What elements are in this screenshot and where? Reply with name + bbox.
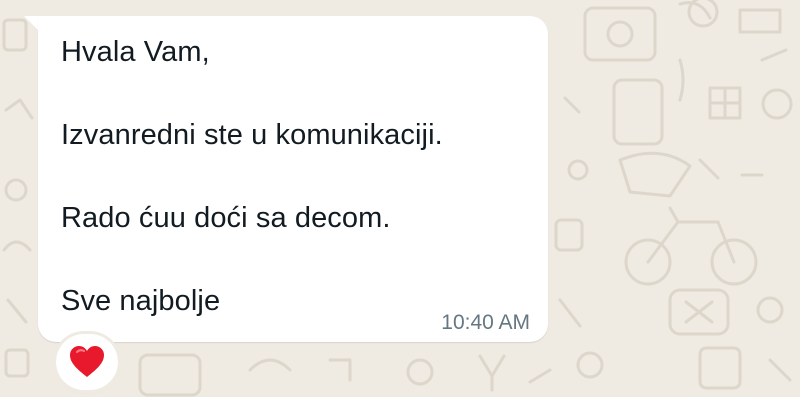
- red-heart-icon: [70, 346, 104, 377]
- message-line-3: Rado ćuu doći sa decom.: [61, 202, 391, 234]
- message-line-2: Izvanredni ste u komunikaciji.: [61, 119, 443, 151]
- reaction-badge[interactable]: [56, 334, 118, 390]
- message-timestamp: 10:40 AM: [441, 311, 530, 334]
- message-line-1: Hvala Vam,: [61, 36, 210, 68]
- message-line-4: Sve najbolje: [61, 285, 221, 317]
